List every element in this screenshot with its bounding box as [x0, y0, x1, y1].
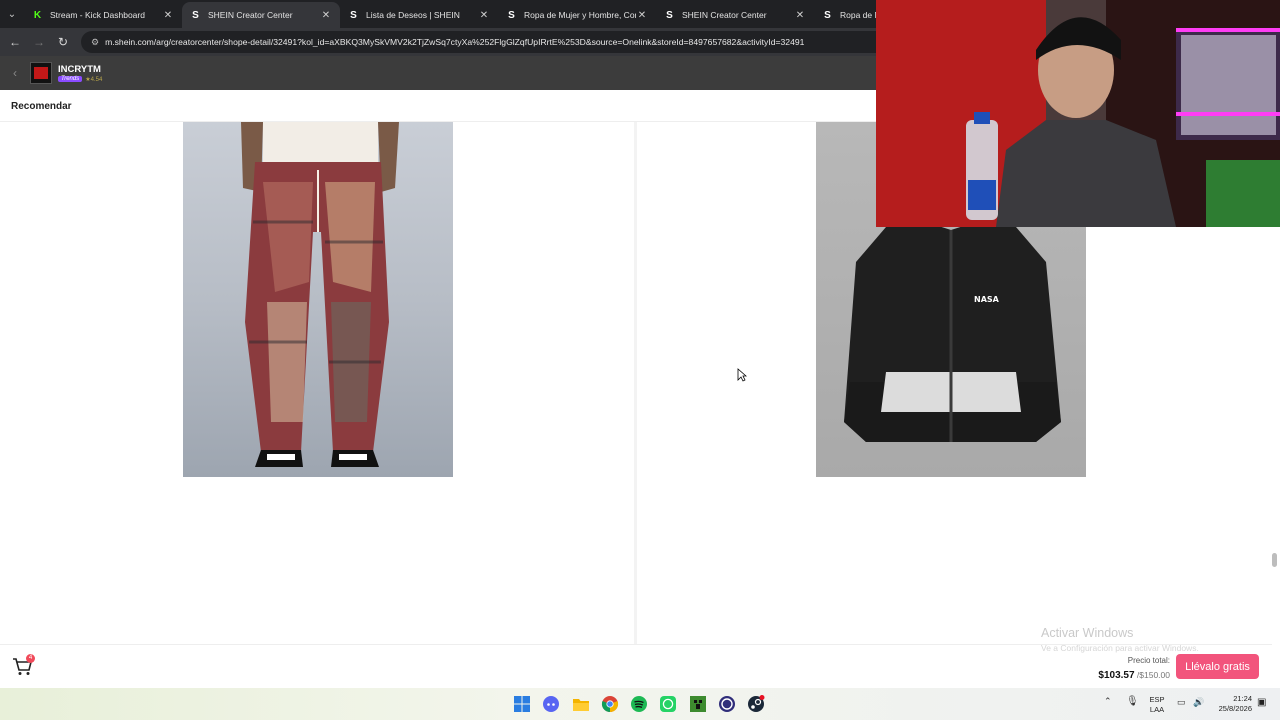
- product-image-pants[interactable]: [183, 122, 453, 477]
- volume-icon[interactable]: 🔊: [1193, 697, 1204, 708]
- price-goal: /$150.00: [1134, 670, 1170, 680]
- windows-taskbar: [0, 688, 1280, 720]
- windows-start-icon[interactable]: [512, 694, 532, 714]
- tab-ropa-mujer-hombre[interactable]: S Ropa de Mujer y Hombre, Com ✕: [498, 2, 656, 28]
- shein-icon: S: [666, 9, 673, 21]
- price-now: $103.57: [1098, 670, 1135, 681]
- minecraft-icon[interactable]: [688, 694, 708, 714]
- language-code: ESP: [1149, 695, 1165, 704]
- price-row: $103.57 /$150.00: [1060, 667, 1170, 681]
- webcam-overlay: [876, 0, 1280, 227]
- webcam-illustration: [876, 0, 1280, 227]
- tab-label: SHEIN Creator Center: [682, 10, 767, 20]
- clock[interactable]: 21:24 25/8/2026: [1210, 694, 1252, 714]
- shein-icon: S: [350, 9, 357, 21]
- shein-icon: S: [192, 9, 199, 21]
- tab-shein-creator-center-2[interactable]: S SHEIN Creator Center ✕: [656, 2, 814, 28]
- close-icon[interactable]: ✕: [794, 10, 806, 21]
- store-logo[interactable]: [30, 62, 52, 84]
- steam-icon[interactable]: [746, 694, 766, 714]
- chevron-left-icon[interactable]: ‹: [0, 66, 30, 80]
- close-icon[interactable]: ✕: [162, 10, 174, 21]
- close-icon[interactable]: ✕: [320, 10, 332, 21]
- mouse-cursor-icon: [737, 368, 747, 382]
- jacket-print: NASA: [974, 295, 1000, 304]
- scrollbar-thumb[interactable]: [1272, 553, 1277, 567]
- chrome-icon[interactable]: [600, 694, 620, 714]
- column-divider: [634, 122, 637, 645]
- url-text: m.shein.com/arg/creatorcenter/shope-deta…: [105, 37, 805, 47]
- reload-icon[interactable]: ↻: [51, 35, 75, 49]
- file-explorer-icon[interactable]: [571, 694, 591, 714]
- site-info-icon[interactable]: ⚙: [91, 37, 99, 48]
- microphone-icon[interactable]: 🎙: [1126, 696, 1139, 707]
- shein-icon: S: [508, 9, 515, 21]
- tab-label: Stream - Kick Dashboard: [50, 10, 145, 20]
- recommend-bar: Recomendar: [0, 90, 876, 122]
- close-icon[interactable]: ✕: [478, 10, 490, 21]
- forward-arrow-icon[interactable]: →: [27, 35, 51, 49]
- tab-label: Ropa de Mujer y Hombre, Com: [524, 10, 636, 20]
- language-indicator[interactable]: ESP LAA: [1147, 695, 1167, 715]
- chevron-up-icon[interactable]: ⌃: [1104, 696, 1112, 707]
- notification-icon[interactable]: ▣: [1257, 697, 1266, 708]
- trends-badge: Trends: [58, 76, 83, 82]
- discord-icon[interactable]: [541, 694, 561, 714]
- tab-label: SHEIN Creator Center: [208, 10, 293, 20]
- tab-wishlist[interactable]: S Lista de Deseos | SHEIN ✕: [340, 2, 498, 28]
- shein-icon: S: [824, 9, 831, 21]
- keyboard-layout: LAA: [1149, 705, 1165, 714]
- kick-icon: K: [33, 9, 42, 21]
- tab-label: Lista de Deseos | SHEIN: [366, 10, 460, 20]
- clock-time: 21:24: [1233, 694, 1252, 703]
- clock-date: 25/8/2026: [1218, 704, 1252, 713]
- price-label: Precio total:: [1127, 656, 1170, 665]
- tab-search-button[interactable]: ⌄: [0, 0, 24, 28]
- close-icon[interactable]: ✕: [636, 10, 648, 21]
- tab-shein-creator-center[interactable]: S SHEIN Creator Center ✕: [182, 2, 340, 28]
- network-icon[interactable]: ▭: [1177, 697, 1186, 708]
- get-free-button[interactable]: Llévalo gratis: [1176, 654, 1259, 679]
- store-header: ‹ INCRYTM Trends ★4.54: [0, 56, 876, 90]
- taskbar-apps: [512, 694, 776, 714]
- store-rating: ★4.54: [85, 76, 103, 83]
- tab-kick-dashboard[interactable]: K Stream - Kick Dashboard ✕: [24, 2, 182, 28]
- spotify-icon[interactable]: [629, 694, 649, 714]
- activation-watermark-subtitle: Ve a Configuración para activar Windows.: [1041, 643, 1199, 653]
- whatsapp-icon[interactable]: [658, 694, 678, 714]
- obs-icon[interactable]: [717, 694, 737, 714]
- store-info: INCRYTM Trends ★4.54: [58, 64, 102, 83]
- store-name: INCRYTM: [58, 63, 101, 75]
- back-arrow-icon[interactable]: ←: [3, 35, 27, 49]
- pants-illustration: [241, 122, 399, 467]
- cart-count-badge: 4: [26, 654, 35, 663]
- address-bar[interactable]: ⚙ m.shein.com/arg/creatorcenter/shope-de…: [81, 31, 901, 53]
- section-title: Recomendar: [11, 101, 72, 112]
- activation-watermark-title: Activar Windows: [1041, 626, 1134, 640]
